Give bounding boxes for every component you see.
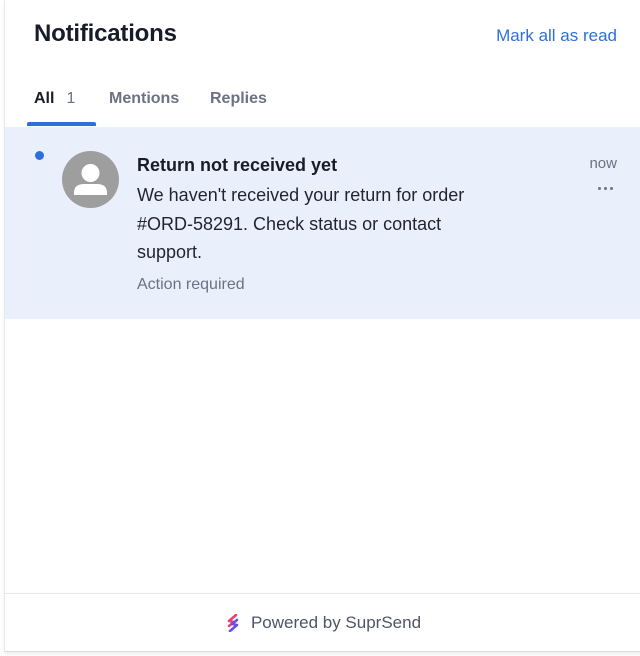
tab-bar: All 1 Mentions Replies bbox=[5, 78, 640, 126]
tab-all-label: All bbox=[34, 90, 55, 107]
notification-inbox: Notifications Mark all as read All 1 Ment… bbox=[4, 0, 640, 652]
page-title: Notifications bbox=[34, 20, 177, 47]
ellipsis-icon[interactable] bbox=[598, 187, 613, 190]
notification-body-line: #ORD-58291. Check status or contact bbox=[137, 213, 442, 234]
notification-body: We haven't received your return for orde… bbox=[137, 181, 557, 267]
tab-replies-label: Replies bbox=[210, 90, 267, 107]
tab-mentions-label: Mentions bbox=[109, 90, 180, 107]
tab-all-count: 1 bbox=[66, 90, 76, 107]
user-avatar-icon bbox=[62, 151, 119, 208]
tab-replies[interactable]: Replies bbox=[210, 90, 267, 108]
notification-timestamp: now bbox=[589, 155, 617, 172]
notification-action-label: Action required bbox=[137, 276, 245, 293]
unread-dot-icon bbox=[35, 151, 44, 160]
suprsend-logo-icon bbox=[227, 614, 239, 632]
notification-body-line: support. bbox=[137, 242, 203, 262]
mark-all-read-button[interactable]: Mark all as read bbox=[496, 26, 617, 46]
notification-title: Return not received yet bbox=[137, 155, 338, 175]
notification-body-line: We haven't received your return for orde… bbox=[137, 185, 465, 205]
tab-all[interactable]: All 1 bbox=[34, 90, 75, 108]
inbox-header: Notifications Mark all as read bbox=[5, 0, 640, 72]
tab-mentions[interactable]: Mentions bbox=[109, 90, 179, 108]
footer-text: Powered by SuprSend bbox=[250, 613, 422, 632]
powered-by-footer[interactable]: Powered by SuprSend bbox=[5, 593, 640, 651]
active-tab-indicator bbox=[27, 122, 96, 126]
notification-item[interactable]: Return not received yet We haven't recei… bbox=[5, 127, 640, 319]
